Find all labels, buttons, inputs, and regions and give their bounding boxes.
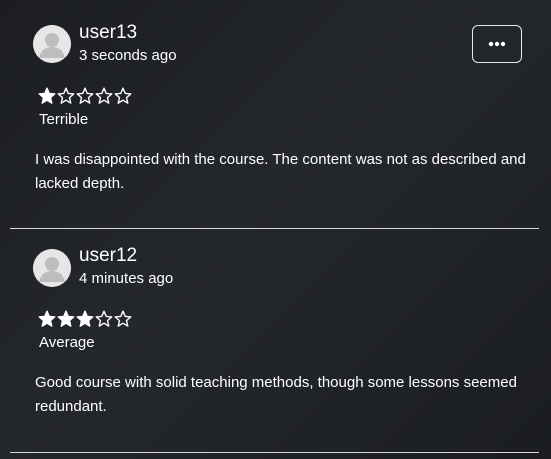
star-empty-icon xyxy=(114,87,132,107)
avatar xyxy=(33,25,71,63)
more-options-button[interactable] xyxy=(472,25,522,63)
review-card: user13 3 seconds ago Terrible I was disa… xyxy=(0,0,551,229)
star-rating xyxy=(38,87,132,107)
review-timestamp: 3 seconds ago xyxy=(79,47,177,64)
star-empty-icon xyxy=(76,87,94,107)
star-empty-icon xyxy=(95,310,113,330)
divider xyxy=(10,452,539,453)
star-empty-icon xyxy=(95,87,113,107)
rating-label: Terrible xyxy=(39,111,89,128)
review-body: Good course with solid teaching methods,… xyxy=(35,374,517,415)
review-username: user12 xyxy=(79,245,138,266)
star-filled-icon xyxy=(76,310,94,330)
review-username: user13 xyxy=(79,22,138,43)
review-body: I was disappointed with the course. The … xyxy=(35,151,526,192)
avatar xyxy=(33,249,71,287)
review-card: user12 4 minutes ago Average Good course… xyxy=(0,229,551,453)
review-timestamp: 4 minutes ago xyxy=(79,270,174,287)
star-empty-icon xyxy=(114,310,132,330)
rating-label: Average xyxy=(39,334,95,351)
star-filled-icon xyxy=(38,310,56,330)
user-placeholder-icon xyxy=(33,25,71,63)
user-placeholder-icon xyxy=(33,249,71,287)
more-horizontal-icon xyxy=(488,41,506,47)
star-filled-icon xyxy=(57,310,75,330)
star-filled-icon xyxy=(38,87,56,107)
star-rating xyxy=(38,310,132,330)
star-empty-icon xyxy=(57,87,75,107)
